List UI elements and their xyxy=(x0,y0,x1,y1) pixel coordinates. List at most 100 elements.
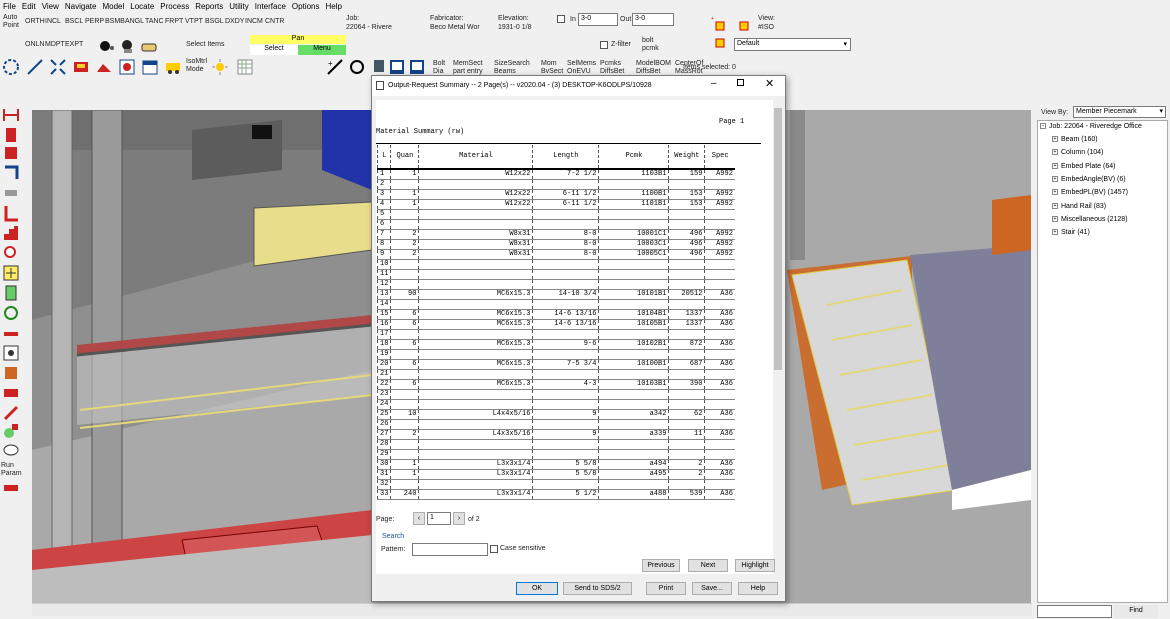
menu-interface[interactable]: Interface xyxy=(252,0,289,11)
in-out-checkbox[interactable] xyxy=(557,15,565,23)
plus-minus-icon[interactable]: + xyxy=(326,58,344,76)
menu-edit[interactable]: Edit xyxy=(19,0,39,11)
pcmks-button[interactable]: Pcmks DiffsBet xyxy=(600,60,624,76)
report-hscroll[interactable] xyxy=(376,574,773,582)
brace-icon[interactable] xyxy=(2,164,20,182)
truck-icon[interactable] xyxy=(164,58,182,76)
rotate-icon[interactable] xyxy=(348,58,366,76)
expand-icon[interactable]: + xyxy=(1052,189,1058,196)
expand-icon[interactable]: + xyxy=(1052,215,1058,222)
gear-box-icon[interactable] xyxy=(118,58,136,76)
snap-frpt-button[interactable]: FRPT xyxy=(165,18,183,25)
highlight-button[interactable]: Highlight xyxy=(735,559,775,572)
calendar-icon[interactable] xyxy=(141,58,159,76)
mom-button[interactable]: Mom BvSect xyxy=(541,60,563,76)
snap-bsmb-button[interactable]: BSMB xyxy=(105,18,125,25)
scroll-thumb[interactable] xyxy=(774,108,782,370)
sphere-icon[interactable] xyxy=(98,37,116,55)
ok-button[interactable]: OK xyxy=(516,582,558,595)
pan-button[interactable]: Pan xyxy=(250,35,346,44)
menu-model[interactable]: Model xyxy=(99,0,127,11)
snap-incm-button[interactable]: INCM xyxy=(245,18,263,25)
column-icon[interactable] xyxy=(2,126,20,144)
refresh-icon[interactable] xyxy=(2,304,20,322)
snap-bscl-button[interactable]: BSCL xyxy=(65,18,83,25)
snap-dxdy-button[interactable]: DXDY xyxy=(225,18,244,25)
tree-item[interactable]: + Beam (160) xyxy=(1052,136,1098,143)
run-param-button[interactable]: Run Param xyxy=(1,462,22,478)
isomtrl-mode-button[interactable]: IsoMtrl Mode xyxy=(186,58,207,74)
page-field[interactable]: 1 xyxy=(427,512,451,525)
hand-pointer-icon[interactable] xyxy=(140,38,158,56)
expand-icon[interactable]: + xyxy=(1052,149,1058,156)
menu-navigate[interactable]: Navigate xyxy=(62,0,100,11)
report-area[interactable]: Page 1 Material Summary (rw) L Quan Materi… xyxy=(376,100,773,574)
report-icon-2[interactable] xyxy=(408,58,426,76)
add-node-icon[interactable] xyxy=(2,422,20,440)
find-input[interactable] xyxy=(1037,605,1112,618)
menu-button[interactable]: Menu xyxy=(298,45,346,55)
tree-item[interactable]: + Hand Rail (83) xyxy=(1052,203,1106,210)
tree-item[interactable]: + Column (104) xyxy=(1052,149,1103,156)
beam-icon[interactable] xyxy=(2,106,20,124)
snap-tanc-button[interactable]: TANC xyxy=(145,18,164,25)
minimize-icon[interactable]: – xyxy=(711,78,717,89)
menu-utility[interactable]: Utility xyxy=(226,0,252,11)
member-view-icon[interactable] xyxy=(72,58,90,76)
menu-view[interactable]: View xyxy=(39,0,62,11)
tree-item[interactable]: + Stair (41) xyxy=(1052,229,1090,236)
snap-onln-button[interactable]: ONLN xyxy=(25,41,44,48)
bolt-icon[interactable] xyxy=(370,58,388,76)
expand-icon[interactable]: + xyxy=(1052,162,1058,169)
add-material-icon[interactable] xyxy=(2,264,20,282)
expand-icon[interactable]: + xyxy=(1052,176,1058,183)
grid-icon[interactable] xyxy=(236,58,254,76)
find-button[interactable]: Find xyxy=(1114,605,1158,618)
default-dropdown[interactable]: Default ▾ xyxy=(734,38,851,51)
collapse-icon[interactable]: − xyxy=(1040,123,1046,130)
modelbom-button[interactable]: ModelBOM DiffsBet xyxy=(636,60,671,76)
snap-angl-button[interactable]: ANGL xyxy=(125,18,144,25)
selmems-button[interactable]: SelMems OnEVU xyxy=(567,60,596,76)
sizesearch-button[interactable]: SizeSearch Beams xyxy=(494,60,530,76)
snap-bsgl-button[interactable]: BSGL xyxy=(205,18,224,25)
pattern-input[interactable] xyxy=(412,543,488,556)
save-button[interactable]: Save... xyxy=(692,582,732,595)
prev-page-button[interactable]: ‹ xyxy=(413,512,425,525)
snap-cntr-button[interactable]: CNTR xyxy=(265,18,284,25)
zfilter-checkbox[interactable] xyxy=(600,41,608,49)
fold-icon[interactable] xyxy=(2,384,20,402)
menu-locate[interactable]: Locate xyxy=(127,0,157,11)
menu-process[interactable]: Process xyxy=(157,0,192,11)
report-icon-1[interactable] xyxy=(388,58,406,76)
close-icon[interactable]: ✕ xyxy=(765,77,774,90)
expand-icon[interactable]: + xyxy=(1052,229,1058,236)
hole-icon[interactable] xyxy=(2,344,20,362)
auto-point-button[interactable]: Auto Point xyxy=(3,14,19,30)
param-icon[interactable] xyxy=(2,484,20,492)
member-tree[interactable]: − Job: 22064 - Riveredge Office + Beam (16… xyxy=(1037,120,1168,603)
sun-icon[interactable] xyxy=(211,58,229,76)
memsect-button[interactable]: MemSect part entry xyxy=(453,60,483,76)
snap-vtpt-button[interactable]: VTPT xyxy=(185,18,203,25)
report-vscroll[interactable] xyxy=(773,100,783,574)
menu-options[interactable]: Options xyxy=(289,0,323,11)
angle-icon[interactable] xyxy=(2,204,20,222)
view-plus-icon[interactable]: + xyxy=(710,14,728,32)
send-sds2-button[interactable]: Send to SDS/2 xyxy=(563,582,632,595)
search-member-icon[interactable] xyxy=(2,244,20,262)
previous-button[interactable]: Previous xyxy=(642,559,680,572)
viewby-dropdown[interactable]: Member Piecemark ▾ xyxy=(1073,106,1166,118)
target-icon[interactable] xyxy=(118,37,136,55)
circle-select-icon[interactable] xyxy=(2,58,20,76)
print-button[interactable]: Print xyxy=(646,582,686,595)
snap-incl-button[interactable]: INCL xyxy=(45,18,61,25)
tree-item[interactable]: + Embed Plate (64) xyxy=(1052,163,1115,170)
expand-icon[interactable]: + xyxy=(1052,136,1058,143)
camera-icon[interactable] xyxy=(95,58,113,76)
comment-icon[interactable] xyxy=(2,442,20,460)
joist-icon[interactable] xyxy=(2,184,20,202)
snap-perp-button[interactable]: PERP xyxy=(85,18,104,25)
out-field[interactable]: 3-0 xyxy=(632,13,674,26)
cut-icon[interactable] xyxy=(2,364,20,382)
